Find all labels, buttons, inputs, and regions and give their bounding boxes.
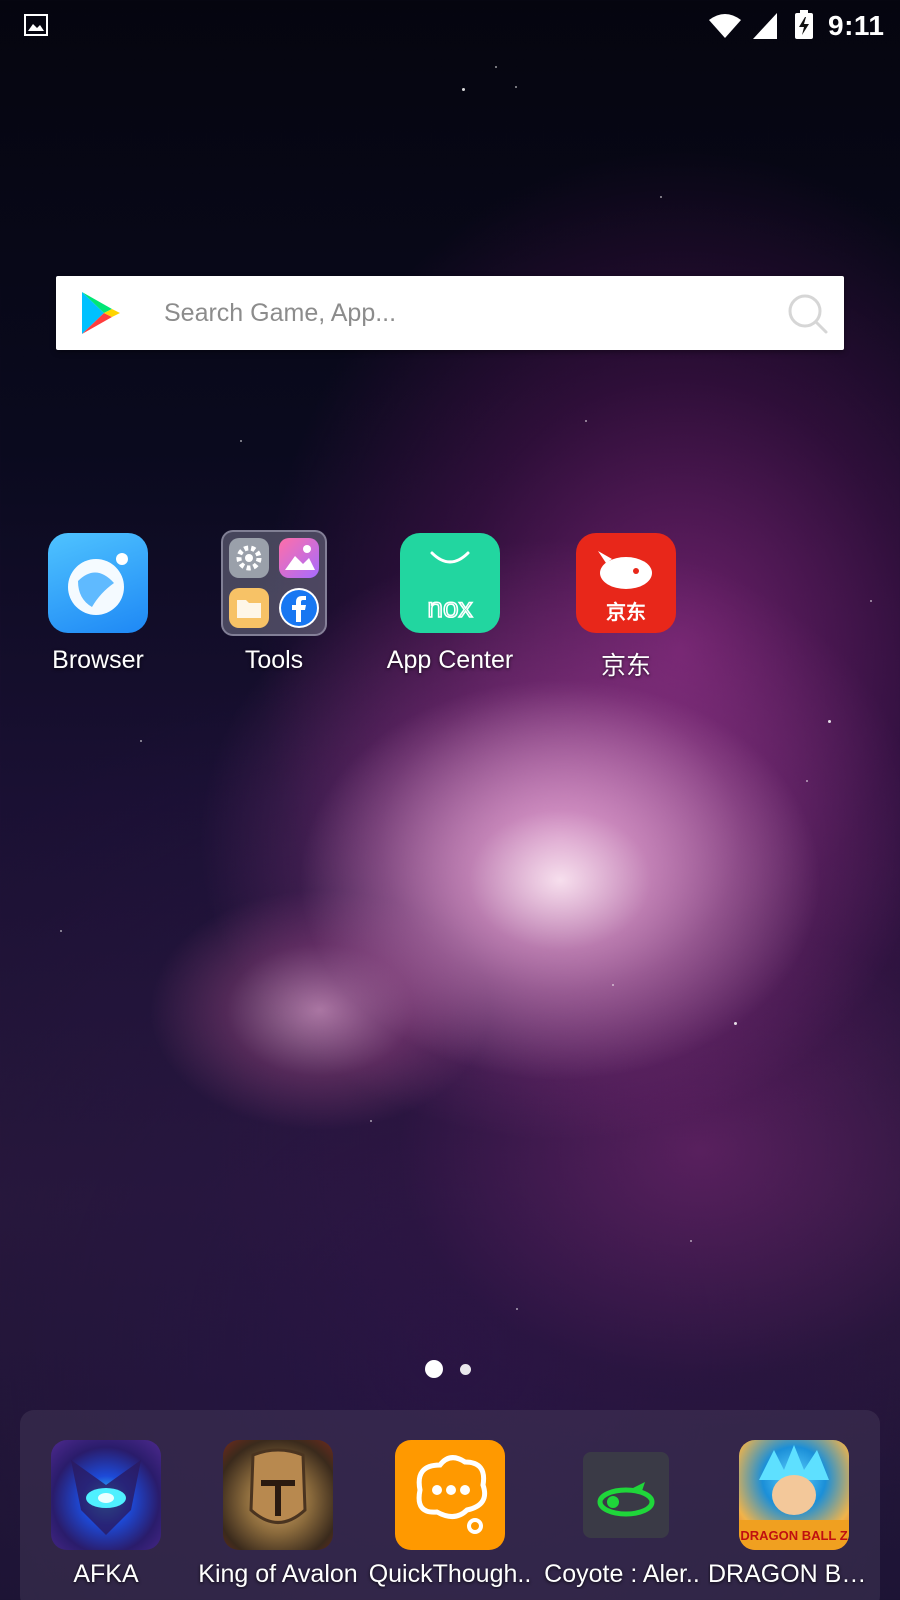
dock-label: AFKA	[73, 1560, 139, 1588]
app-label: App Center	[386, 646, 514, 674]
star	[370, 1120, 372, 1122]
dock-label: King of Avalon	[198, 1560, 358, 1588]
dock-app-quickthought[interactable]: QuickThough..	[364, 1410, 536, 1600]
app-center-logo-text: nox	[427, 592, 472, 623]
star	[60, 930, 62, 932]
star	[870, 600, 872, 602]
search-input[interactable]	[164, 276, 764, 350]
dock-app-king-of-avalon[interactable]: King of Avalon	[192, 1410, 364, 1600]
cell-signal-icon	[753, 13, 777, 39]
page-indicator	[0, 1360, 900, 1380]
app-label: 京东	[600, 652, 651, 680]
page-dot-active[interactable]	[425, 1360, 443, 1378]
star	[585, 420, 587, 422]
star	[240, 440, 242, 442]
app-label: Browser	[52, 646, 144, 674]
afka-icon[interactable]	[51, 1440, 161, 1550]
dock-app-afka[interactable]: AFKA	[20, 1410, 192, 1600]
dock-label: Coyote : Aler..	[544, 1560, 700, 1588]
jd-icon[interactable]: 京东	[576, 533, 676, 633]
star	[495, 66, 497, 68]
battery-charging-icon	[795, 10, 813, 39]
page-dot[interactable]	[460, 1364, 471, 1375]
app-center-icon[interactable]: nox	[400, 533, 500, 633]
dock-label: DRAGON BAL..	[708, 1560, 880, 1588]
search-bar[interactable]	[56, 276, 844, 350]
folder-tools[interactable]: Tools	[194, 530, 354, 683]
settings-icon	[229, 538, 269, 578]
quickthought-icon[interactable]	[395, 1440, 505, 1550]
jd-logo-text: 京东	[606, 600, 646, 624]
star	[660, 196, 662, 198]
search-icon[interactable]	[786, 292, 830, 336]
star	[734, 1022, 737, 1025]
star	[612, 984, 614, 986]
dock: AFKA King of Avalon QuickThough.. Coyote…	[20, 1410, 880, 1600]
file-manager-icon	[229, 588, 269, 628]
tools-folder-icon[interactable]	[221, 530, 327, 636]
king-of-avalon-icon[interactable]	[223, 1440, 333, 1550]
clock: 9:11	[828, 10, 885, 41]
app-label: Tools	[244, 646, 304, 674]
app-app-center[interactable]: nox App Center	[370, 533, 530, 683]
dragon-ball-icon[interactable]: DRAGON BALL Z	[739, 1440, 849, 1550]
star	[140, 740, 142, 742]
gallery-icon	[279, 538, 319, 578]
star	[462, 88, 465, 91]
facebook-icon	[279, 588, 319, 628]
browser-icon[interactable]	[48, 533, 148, 633]
dragon-ball-logo-text: DRAGON BALL Z	[740, 1528, 847, 1543]
app-jd[interactable]: 京东 京东	[546, 533, 706, 683]
gallery-notification-icon	[24, 14, 48, 36]
app-browser[interactable]: Browser	[18, 533, 178, 683]
play-store-icon[interactable]	[74, 288, 124, 338]
wifi-icon	[709, 14, 741, 38]
star	[515, 86, 517, 88]
status-bar: 9:11	[0, 0, 900, 50]
dock-app-coyote[interactable]: Coyote : Aler..	[536, 1410, 708, 1600]
dock-app-dragon-ball[interactable]: DRAGON BALL Z DRAGON BAL..	[708, 1410, 880, 1600]
star	[516, 1308, 518, 1310]
dock-label: QuickThough..	[368, 1560, 532, 1588]
star	[828, 720, 831, 723]
star	[690, 1240, 692, 1242]
coyote-icon[interactable]	[583, 1452, 669, 1538]
star	[806, 780, 808, 782]
